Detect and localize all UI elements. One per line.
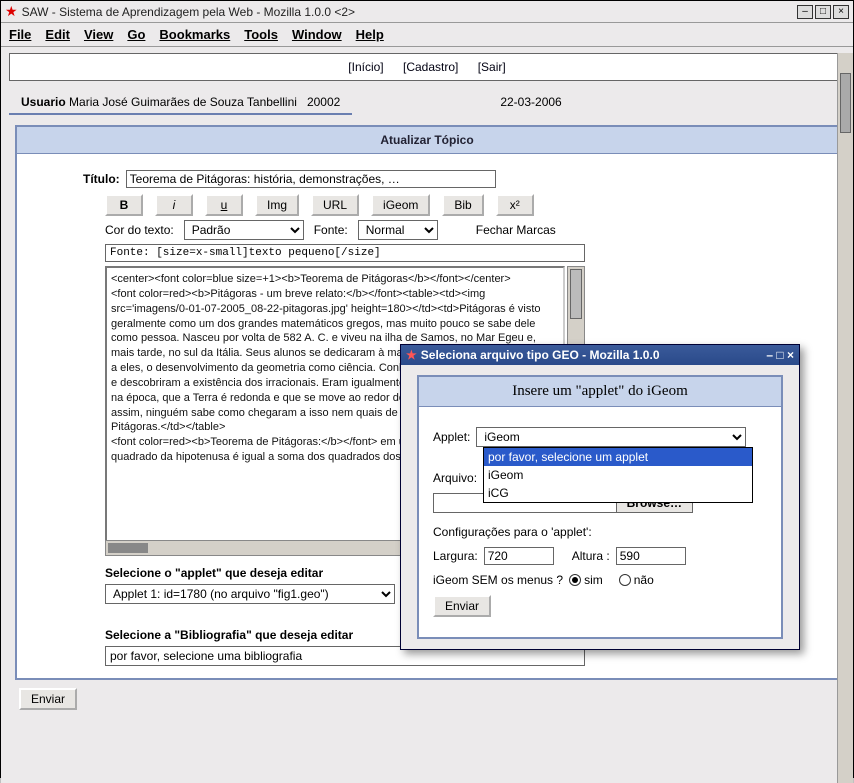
- textarea-hthumb[interactable]: [108, 543, 148, 553]
- menubar: File Edit View Go Bookmarks Tools Window…: [1, 23, 853, 47]
- popup-close-button[interactable]: ×: [787, 348, 794, 362]
- bold-button[interactable]: B: [105, 194, 143, 216]
- radio-icon: [569, 574, 581, 586]
- config-label: Configurações para o 'applet':: [433, 525, 592, 539]
- popup-window: ★ Seleciona arquivo tipo GEO - Mozilla 1…: [400, 344, 800, 650]
- format-toolbar: B i u Img URL iGeom Bib x²: [105, 194, 819, 216]
- underline-button[interactable]: u: [205, 194, 243, 216]
- popup-body: Insere um "applet" do iGeom Applet: iGeo…: [401, 365, 799, 649]
- dropdown-hint[interactable]: por favor, selecione um applet: [484, 448, 752, 466]
- user-name: Maria José Guimarães de Souza Tanbellini: [69, 95, 297, 109]
- menu-window[interactable]: Window: [292, 27, 342, 42]
- window-title: SAW - Sistema de Aprendizagem pela Web -…: [22, 5, 797, 19]
- minimize-button[interactable]: –: [797, 5, 813, 19]
- top-nav: [Início] [Cadastro] [Sair]: [9, 53, 845, 81]
- altura-label: Altura :: [572, 549, 610, 563]
- arquivo-label: Arquivo:: [433, 471, 477, 485]
- popup-enviar-button[interactable]: Enviar: [433, 595, 491, 617]
- date: 22-03-2006: [500, 95, 561, 109]
- menu-bookmarks[interactable]: Bookmarks: [159, 27, 230, 42]
- menu-file[interactable]: File: [9, 27, 31, 42]
- close-button[interactable]: ×: [833, 5, 849, 19]
- dropdown-option-icg[interactable]: iCG: [484, 484, 752, 502]
- fonte-select[interactable]: Normal: [358, 220, 438, 240]
- menu-tools[interactable]: Tools: [244, 27, 278, 42]
- main-titlebar: ★ SAW - Sistema de Aprendizagem pela Web…: [1, 1, 853, 23]
- fonte-label: Fonte:: [314, 223, 348, 237]
- dropdown-option-igeom[interactable]: iGeom: [484, 466, 752, 484]
- menu-edit[interactable]: Edit: [45, 27, 70, 42]
- insert-panel: Insere um "applet" do iGeom Applet: iGeo…: [417, 375, 783, 639]
- largura-label: Largura:: [433, 549, 478, 563]
- bib-button[interactable]: Bib: [442, 194, 483, 216]
- titulo-input[interactable]: [126, 170, 496, 188]
- nav-cadastro[interactable]: [Cadastro]: [403, 60, 458, 74]
- menu-help[interactable]: Help: [356, 27, 384, 42]
- star-icon: ★: [406, 348, 417, 362]
- cor-label: Cor do texto:: [105, 223, 174, 237]
- insert-panel-title: Insere um "applet" do iGeom: [419, 377, 781, 407]
- applet-dropdown: por favor, selecione um applet iGeom iCG: [483, 447, 753, 503]
- user-id: 20002: [307, 95, 340, 109]
- nav-inicio[interactable]: [Início]: [348, 60, 383, 74]
- popup-titlebar: ★ Seleciona arquivo tipo GEO - Mozilla 1…: [401, 345, 799, 365]
- radio-nao[interactable]: não: [619, 573, 654, 587]
- textarea-vthumb[interactable]: [570, 269, 582, 319]
- fechar-marcas[interactable]: Fechar Marcas: [476, 223, 556, 237]
- url-button[interactable]: URL: [311, 194, 359, 216]
- menu-view[interactable]: View: [84, 27, 113, 42]
- altura-input[interactable]: [616, 547, 686, 565]
- img-button[interactable]: Img: [255, 194, 299, 216]
- radio-sim[interactable]: sim: [569, 573, 603, 587]
- nav-sair[interactable]: [Sair]: [478, 60, 506, 74]
- popup-maximize-button[interactable]: □: [776, 348, 783, 362]
- igeom-button[interactable]: iGeom: [371, 194, 430, 216]
- radio-sim-label: sim: [584, 573, 603, 587]
- largura-input[interactable]: [484, 547, 554, 565]
- menus-label: iGeom SEM os menus ?: [433, 573, 563, 587]
- popup-title: Seleciona arquivo tipo GEO - Mozilla 1.0…: [421, 348, 767, 362]
- user-row: Usuario Maria José Guimarães de Souza Ta…: [9, 91, 352, 115]
- x2-button[interactable]: x²: [496, 194, 534, 216]
- maximize-button[interactable]: □: [815, 5, 831, 19]
- star-icon: ★: [5, 3, 18, 20]
- menu-go[interactable]: Go: [127, 27, 145, 42]
- source-line: Fonte: [size=x-small]texto pequeno[/size…: [105, 244, 585, 262]
- font-row: Cor do texto: Padrão Fonte: Normal Fecha…: [105, 220, 749, 240]
- applet-type-select[interactable]: iGeom: [476, 427, 746, 447]
- radio-nao-label: não: [634, 573, 654, 587]
- page-scrollbar[interactable]: [837, 53, 853, 783]
- popup-minimize-button[interactable]: –: [766, 348, 773, 362]
- titulo-label: Título:: [83, 172, 120, 186]
- panel-title: Atualizar Tópico: [17, 127, 837, 154]
- user-label: Usuario: [21, 95, 66, 109]
- scrollbar-thumb[interactable]: [840, 73, 851, 133]
- applet-select[interactable]: Applet 1: id=1780 (no arquivo "fig1.geo"…: [105, 584, 395, 604]
- enviar-button[interactable]: Enviar: [19, 688, 77, 710]
- radio-icon: [619, 574, 631, 586]
- applet-label: Applet:: [433, 430, 470, 444]
- italic-button[interactable]: i: [155, 194, 193, 216]
- cor-select[interactable]: Padrão: [184, 220, 304, 240]
